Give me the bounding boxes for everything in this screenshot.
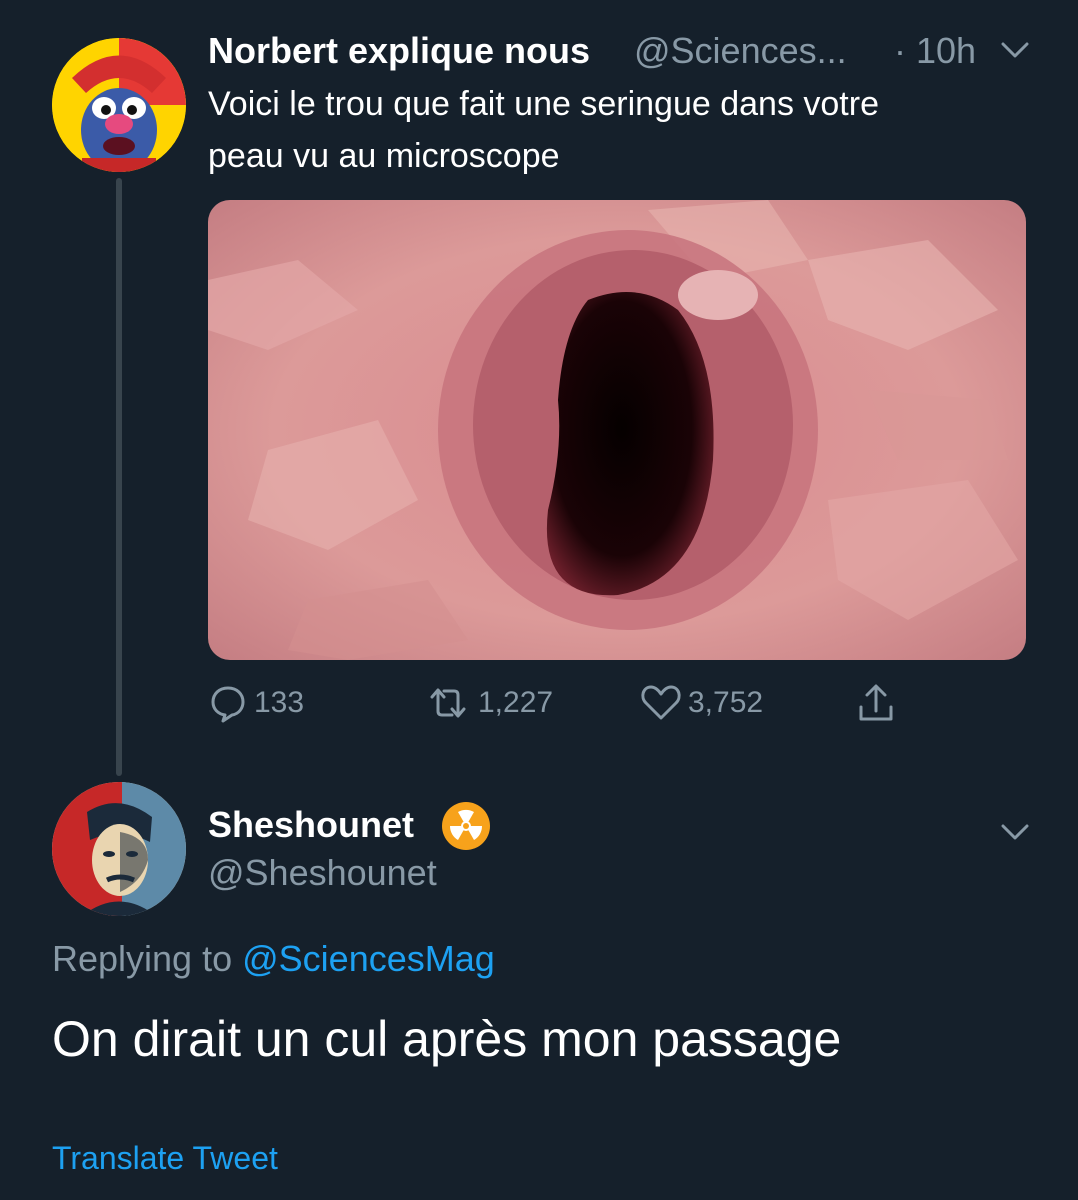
retweet-action[interactable]: 1,227 <box>424 683 553 723</box>
replying-to-handle-link[interactable]: @SciencesMag <box>242 938 495 979</box>
reply-action[interactable]: 133 <box>208 683 304 723</box>
share-icon[interactable] <box>856 683 896 728</box>
reply-icon <box>211 686 245 723</box>
replying-to: Replying to @SciencesMag <box>52 938 495 980</box>
author-handle[interactable]: @Sciences... <box>634 30 847 72</box>
tweet-text-line1: Voici le trou que fait une seringue dans… <box>208 85 879 123</box>
reply-author-handle[interactable]: @Sheshounet <box>208 852 437 894</box>
author-avatar[interactable] <box>52 38 186 172</box>
author-name[interactable]: Norbert explique nous <box>208 30 590 72</box>
chevron-down-icon[interactable] <box>1000 40 1030 65</box>
tweet-timestamp[interactable]: · 10h <box>894 30 976 72</box>
reply-text: On dirait un cul après mon passage <box>52 1011 842 1067</box>
retweet-count: 1,227 <box>478 686 554 719</box>
translate-tweet-link[interactable]: Translate Tweet <box>52 1140 278 1177</box>
reply-author-name[interactable]: Sheshounet <box>208 804 414 846</box>
like-count: 3,752 <box>688 686 764 719</box>
like-action[interactable]: 3,752 <box>640 683 763 723</box>
chevron-down-icon[interactable] <box>1000 822 1030 847</box>
reply-author-avatar[interactable] <box>52 782 186 916</box>
radioactive-icon <box>440 800 492 857</box>
thread-connector-line <box>116 178 122 776</box>
tweet-text-line2: peau vu au microscope <box>208 137 560 175</box>
heart-icon <box>641 685 681 720</box>
retweet-icon <box>430 688 466 718</box>
reply-count: 133 <box>254 686 305 719</box>
tweet-media-image[interactable] <box>208 200 1026 660</box>
tweet-text: Voici le trou que fait une seringue dans… <box>208 78 1038 182</box>
replying-to-prefix: Replying to <box>52 938 233 979</box>
